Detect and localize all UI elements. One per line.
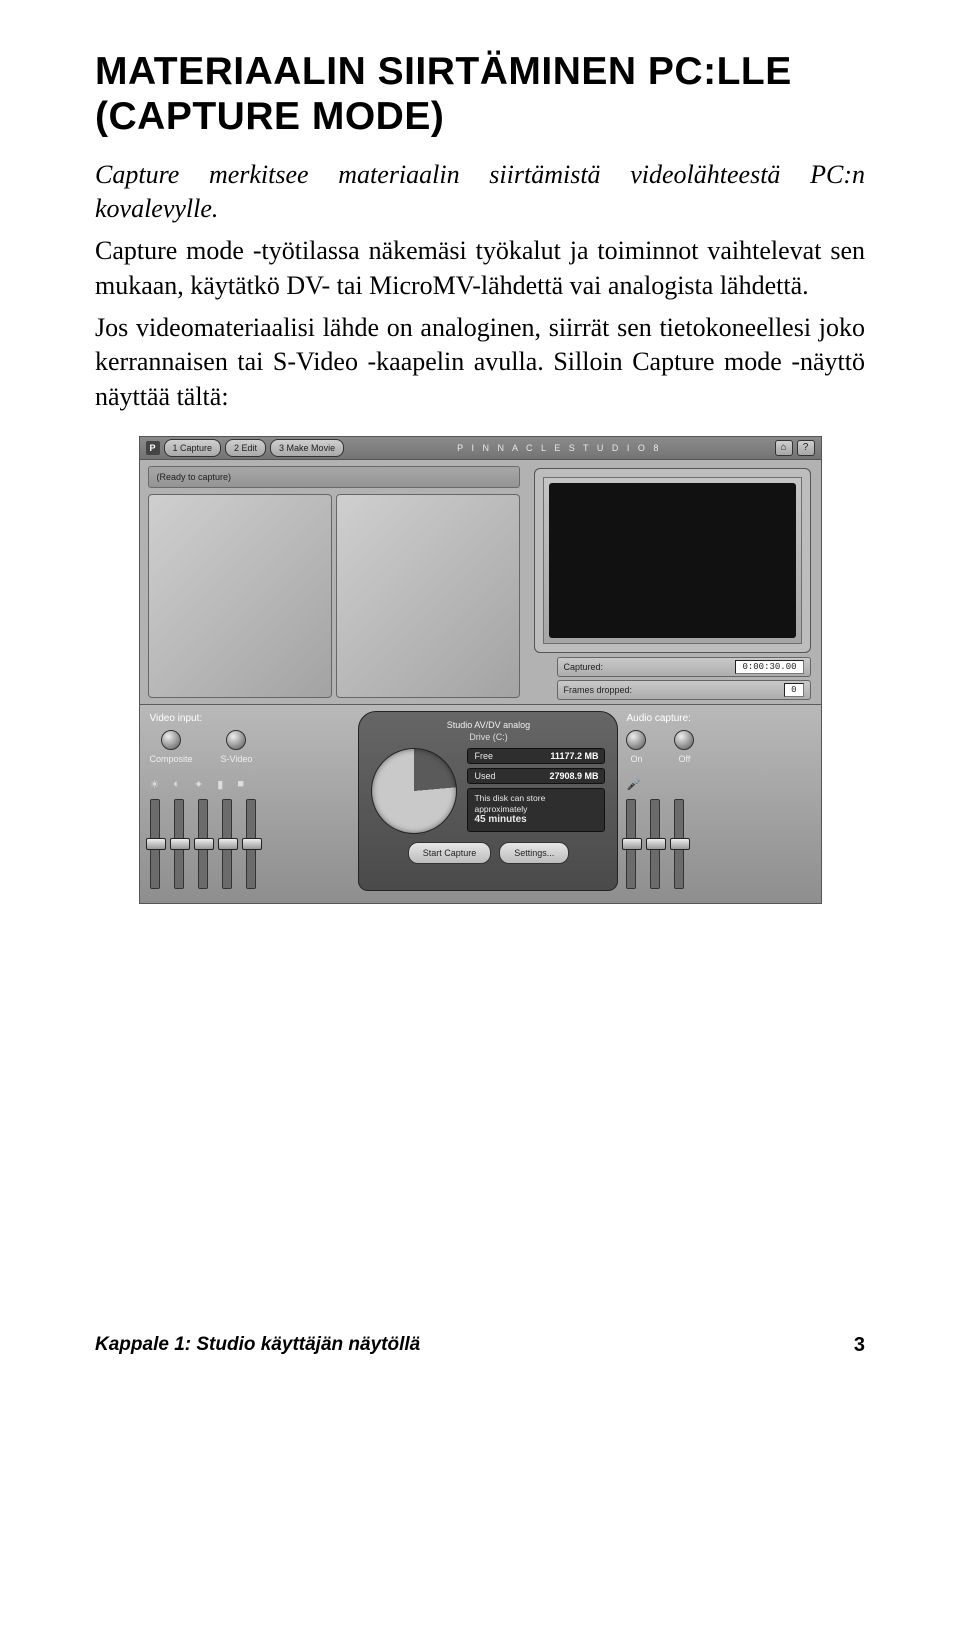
disk-note-line1: This disk can store xyxy=(474,793,545,803)
diskometer-section: Studio AV/DV analog Drive (C:) Free 1117… xyxy=(358,705,618,903)
sharpness-slider[interactable] xyxy=(198,799,208,889)
radio-composite[interactable]: Composite xyxy=(150,730,193,764)
audio-balance-slider[interactable] xyxy=(650,799,660,889)
captured-value: 0:00:30.00 xyxy=(735,660,803,674)
drive-label[interactable]: Drive (C:) xyxy=(371,732,605,742)
radio-dot-icon xyxy=(674,730,694,750)
app-toolbar: P 1 Capture 2 Edit 3 Make Movie P I N N … xyxy=(140,437,821,460)
audio-left-slider[interactable] xyxy=(626,799,636,889)
help-button[interactable]: ? xyxy=(797,440,815,456)
audio-sliders xyxy=(626,799,806,889)
page-footer: Kappale 1: Studio käyttäjän näytöllä 3 xyxy=(95,1334,865,1357)
audio-capture-section: Audio capture: On Off 🎤 xyxy=(618,705,820,903)
hue-icon: ▮ xyxy=(217,778,223,791)
saturation-icon: ■ xyxy=(237,778,244,791)
home-button[interactable]: ⌂ xyxy=(775,440,793,456)
start-capture-button[interactable]: Start Capture xyxy=(408,842,492,864)
preview-video-area xyxy=(549,483,796,638)
video-input-section: Video input: Composite S-Video ☀ ◐ ✦ ▮ xyxy=(140,705,359,903)
disk-note-value: 45 minutes xyxy=(474,814,526,825)
video-adjust-icons: ☀ ◐ ✦ ▮ ■ xyxy=(150,778,349,791)
home-icon: ⌂ xyxy=(780,442,786,453)
video-sliders xyxy=(150,799,349,889)
disk-stats: Free 11177.2 MB Used 27908.9 MB This dis… xyxy=(467,748,605,834)
footer-page-number: 3 xyxy=(854,1334,865,1357)
help-icon: ? xyxy=(803,442,809,453)
radio-audio-off-label: Off xyxy=(679,754,691,764)
capture-source-label: Studio AV/DV analog xyxy=(371,720,605,730)
microphone-icon: 🎤 xyxy=(626,778,640,791)
disk-pie-icon xyxy=(371,748,457,834)
disk-used-value: 27908.9 MB xyxy=(549,771,598,781)
audio-capture-title: Audio capture: xyxy=(626,713,806,724)
tab-capture[interactable]: 1 Capture xyxy=(164,439,222,457)
radio-audio-off[interactable]: Off xyxy=(674,730,694,764)
radio-audio-on[interactable]: On xyxy=(626,730,646,764)
disk-free-row: Free 11177.2 MB xyxy=(467,748,605,764)
sharpness-icon: ✦ xyxy=(194,778,203,791)
saturation-slider[interactable] xyxy=(246,799,256,889)
captured-label: Captured: xyxy=(564,662,604,672)
radio-dot-icon xyxy=(161,730,181,750)
page-heading: MATERIAALIN SIIRTÄMINEN PC:LLE (CAPTURE … xyxy=(95,50,865,140)
brightness-icon: ☀ xyxy=(150,778,160,791)
album-panel: (Ready to capture) xyxy=(140,460,528,704)
radio-svideo-label: S-Video xyxy=(221,754,253,764)
preview-monitor xyxy=(534,468,811,653)
radio-svideo[interactable]: S-Video xyxy=(221,730,253,764)
hue-slider[interactable] xyxy=(222,799,232,889)
middle-area: (Ready to capture) Captured: 0:00:30.00 xyxy=(140,460,821,704)
paragraph-2: Capture mode -työtilassa näkemäsi työkal… xyxy=(95,234,865,303)
app-logo-icon: P xyxy=(146,441,160,455)
capture-status: (Ready to capture) xyxy=(148,466,520,488)
disk-used-row: Used 27908.9 MB xyxy=(467,768,605,784)
footer-chapter-label: Kappale 1: Studio käyttäjän näytöllä xyxy=(95,1334,420,1356)
paragraph-lead: Capture merkitsee materiaalin siirtämist… xyxy=(95,158,865,227)
diskometer-device: Studio AV/DV analog Drive (C:) Free 1117… xyxy=(358,711,618,891)
album-page-right[interactable] xyxy=(336,494,520,698)
tab-edit[interactable]: 2 Edit xyxy=(225,439,266,457)
frames-dropped-readout: Frames dropped: 0 xyxy=(557,680,811,700)
settings-button[interactable]: Settings... xyxy=(499,842,569,864)
disk-used-label: Used xyxy=(474,771,495,781)
radio-dot-icon xyxy=(226,730,246,750)
frames-dropped-label: Frames dropped: xyxy=(564,685,633,695)
video-input-title: Video input: xyxy=(150,713,349,724)
contrast-icon: ◐ xyxy=(173,778,180,791)
disk-free-value: 11177.2 MB xyxy=(550,751,598,761)
disk-free-label: Free xyxy=(474,751,493,761)
tab-make-movie[interactable]: 3 Make Movie xyxy=(270,439,344,457)
paragraph-3: Jos videomateriaalisi lähde on analogine… xyxy=(95,311,865,414)
capture-mode-screenshot: P 1 Capture 2 Edit 3 Make Movie P I N N … xyxy=(139,436,822,904)
disk-note-line2: approximately xyxy=(474,804,527,814)
frames-dropped-value: 0 xyxy=(784,683,803,697)
bottom-panel: Video input: Composite S-Video ☀ ◐ ✦ ▮ xyxy=(140,704,821,903)
monitor-readouts: Captured: 0:00:30.00 Frames dropped: 0 xyxy=(534,657,811,700)
radio-audio-on-label: On xyxy=(630,754,642,764)
album-page-left[interactable] xyxy=(148,494,332,698)
brightness-slider[interactable] xyxy=(150,799,160,889)
disk-capacity-note: This disk can store approximately 45 min… xyxy=(467,788,605,832)
contrast-slider[interactable] xyxy=(174,799,184,889)
audio-right-slider[interactable] xyxy=(674,799,684,889)
radio-dot-icon xyxy=(626,730,646,750)
monitor-panel: Captured: 0:00:30.00 Frames dropped: 0 xyxy=(528,460,821,704)
app-brand-label: P I N N A C L E S T U D I O 8 xyxy=(348,443,770,453)
album-book xyxy=(148,494,520,698)
radio-composite-label: Composite xyxy=(150,754,193,764)
captured-readout: Captured: 0:00:30.00 xyxy=(557,657,811,677)
